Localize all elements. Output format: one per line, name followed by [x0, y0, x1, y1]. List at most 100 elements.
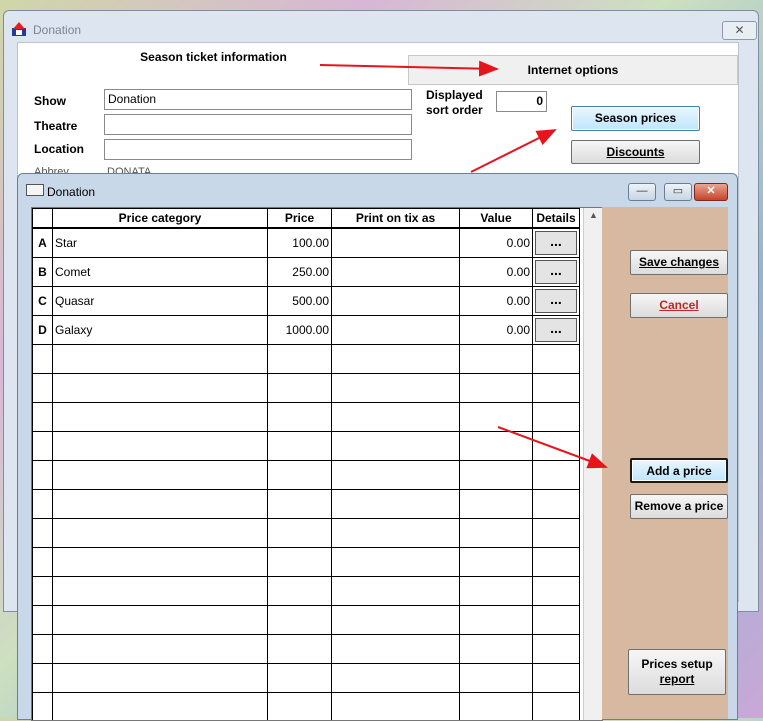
empty-cell[interactable]: [460, 461, 533, 490]
price-cell[interactable]: 100.00: [268, 228, 332, 258]
scroll-up-arrow-icon[interactable]: ▲: [584, 210, 603, 224]
maximize-button[interactable]: ▭: [664, 183, 692, 201]
empty-cell[interactable]: [533, 664, 580, 693]
theatre-input[interactable]: [104, 114, 412, 135]
empty-cell[interactable]: [268, 635, 332, 664]
empty-cell[interactable]: [53, 432, 268, 461]
empty-table-row[interactable]: [33, 490, 580, 519]
empty-cell[interactable]: [53, 635, 268, 664]
column-header-print-on-tix-as[interactable]: Print on tix as: [332, 209, 460, 229]
empty-cell[interactable]: [53, 345, 268, 374]
empty-cell[interactable]: [460, 432, 533, 461]
empty-cell[interactable]: [533, 374, 580, 403]
details-button[interactable]: ...: [535, 231, 577, 255]
details-button[interactable]: ...: [535, 289, 577, 313]
details-button[interactable]: ...: [535, 318, 577, 342]
empty-cell[interactable]: [268, 548, 332, 577]
empty-cell[interactable]: [268, 461, 332, 490]
column-header-details[interactable]: Details: [533, 209, 580, 229]
save-changes-button[interactable]: Save changes: [630, 250, 728, 275]
discounts-button[interactable]: Discounts: [571, 140, 700, 164]
empty-cell[interactable]: [460, 693, 533, 721]
empty-cell[interactable]: [460, 403, 533, 432]
empty-table-row[interactable]: [33, 461, 580, 490]
empty-cell[interactable]: [268, 693, 332, 721]
empty-cell[interactable]: [268, 403, 332, 432]
empty-cell[interactable]: [332, 403, 460, 432]
value-cell[interactable]: 0.00: [460, 287, 533, 316]
empty-cell[interactable]: [53, 548, 268, 577]
cancel-button[interactable]: Cancel: [630, 293, 728, 318]
minimize-button[interactable]: —: [628, 183, 656, 201]
empty-table-row[interactable]: [33, 635, 580, 664]
empty-cell[interactable]: [533, 693, 580, 721]
empty-cell[interactable]: [268, 606, 332, 635]
price-category-cell[interactable]: Galaxy: [53, 316, 268, 345]
empty-table-row[interactable]: [33, 664, 580, 693]
print-on-tix-cell[interactable]: [332, 228, 460, 258]
value-cell[interactable]: 0.00: [460, 316, 533, 345]
price-cell[interactable]: 1000.00: [268, 316, 332, 345]
empty-cell[interactable]: [460, 490, 533, 519]
empty-cell[interactable]: [53, 693, 268, 721]
empty-table-row[interactable]: [33, 548, 580, 577]
print-on-tix-cell[interactable]: [332, 316, 460, 345]
empty-cell[interactable]: [332, 374, 460, 403]
season-prices-button[interactable]: Season prices: [571, 106, 700, 131]
price-category-cell[interactable]: Star: [53, 228, 268, 258]
vertical-scrollbar[interactable]: ▲: [583, 208, 603, 720]
show-input[interactable]: Donation: [104, 89, 412, 110]
empty-cell[interactable]: [268, 519, 332, 548]
empty-cell[interactable]: [332, 432, 460, 461]
empty-cell[interactable]: [332, 461, 460, 490]
empty-cell[interactable]: [533, 461, 580, 490]
empty-table-row[interactable]: [33, 519, 580, 548]
empty-cell[interactable]: [332, 490, 460, 519]
price-category-cell[interactable]: Comet: [53, 258, 268, 287]
price-category-cell[interactable]: Quasar: [53, 287, 268, 316]
empty-cell[interactable]: [533, 403, 580, 432]
column-header-value[interactable]: Value: [460, 209, 533, 229]
table-row[interactable]: A Star 100.00 0.00 ...: [33, 228, 580, 258]
empty-cell[interactable]: [332, 664, 460, 693]
empty-cell[interactable]: [460, 606, 533, 635]
empty-cell[interactable]: [53, 606, 268, 635]
empty-cell[interactable]: [268, 577, 332, 606]
empty-cell[interactable]: [533, 432, 580, 461]
location-input[interactable]: [104, 139, 412, 160]
empty-table-row[interactable]: [33, 432, 580, 461]
value-cell[interactable]: 0.00: [460, 258, 533, 287]
empty-cell[interactable]: [332, 548, 460, 577]
tab-internet-options[interactable]: Internet options: [408, 55, 738, 85]
print-on-tix-cell[interactable]: [332, 287, 460, 316]
empty-cell[interactable]: [533, 519, 580, 548]
empty-cell[interactable]: [460, 345, 533, 374]
empty-cell[interactable]: [533, 345, 580, 374]
empty-cell[interactable]: [332, 577, 460, 606]
empty-cell[interactable]: [53, 577, 268, 606]
empty-cell[interactable]: [533, 635, 580, 664]
empty-cell[interactable]: [533, 577, 580, 606]
empty-cell[interactable]: [533, 548, 580, 577]
back-close-button[interactable]: ✕: [722, 21, 757, 40]
empty-cell[interactable]: [332, 606, 460, 635]
sort-order-input[interactable]: 0: [496, 91, 547, 112]
column-header-price-category[interactable]: Price category: [53, 209, 268, 229]
empty-cell[interactable]: [332, 519, 460, 548]
table-row[interactable]: B Comet 250.00 0.00 ...: [33, 258, 580, 287]
prices-setup-report-button[interactable]: Prices setup report: [628, 649, 726, 695]
empty-cell[interactable]: [53, 664, 268, 693]
empty-table-row[interactable]: [33, 403, 580, 432]
price-cell[interactable]: 250.00: [268, 258, 332, 287]
empty-table-row[interactable]: [33, 345, 580, 374]
empty-cell[interactable]: [268, 664, 332, 693]
empty-cell[interactable]: [332, 693, 460, 721]
empty-cell[interactable]: [53, 490, 268, 519]
price-cell[interactable]: 500.00: [268, 287, 332, 316]
empty-cell[interactable]: [460, 635, 533, 664]
empty-cell[interactable]: [53, 374, 268, 403]
details-button[interactable]: ...: [535, 260, 577, 284]
empty-cell[interactable]: [268, 345, 332, 374]
value-cell[interactable]: 0.00: [460, 228, 533, 258]
empty-cell[interactable]: [53, 461, 268, 490]
